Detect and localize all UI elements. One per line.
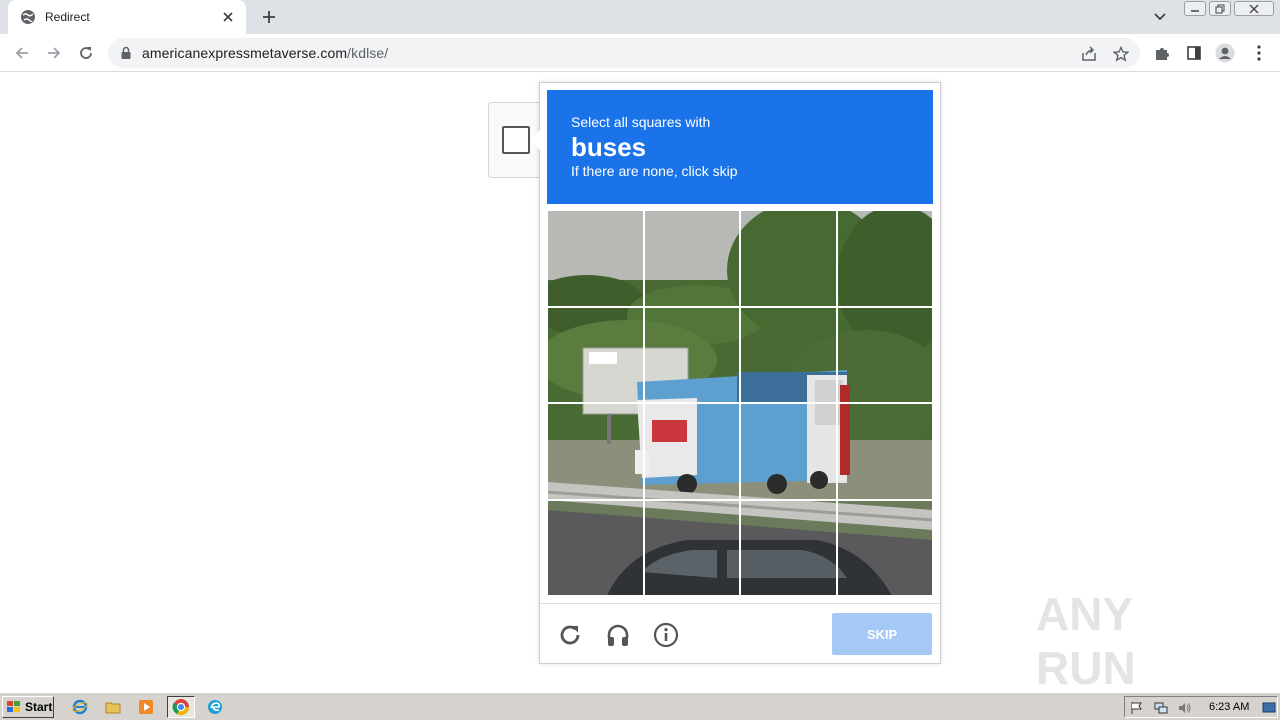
browser-toolbar: americanexpressmetaverse.com/kdlse/ bbox=[0, 34, 1280, 72]
address-bar[interactable]: americanexpressmetaverse.com/kdlse/ bbox=[108, 38, 1140, 68]
restore-icon[interactable] bbox=[1209, 1, 1231, 16]
captcha-tile[interactable] bbox=[836, 499, 933, 596]
media-player-icon[interactable] bbox=[134, 696, 158, 718]
bookmark-star-icon[interactable] bbox=[1112, 45, 1130, 63]
side-panel-icon[interactable] bbox=[1184, 43, 1204, 63]
share-icon[interactable] bbox=[1080, 45, 1098, 63]
windows-logo-icon bbox=[6, 700, 22, 714]
start-label: Start bbox=[25, 700, 53, 714]
skip-button[interactable]: SKIP bbox=[832, 613, 932, 655]
prompt-hint: If there are none, click skip bbox=[571, 163, 738, 179]
captcha-tile[interactable] bbox=[547, 306, 644, 403]
recaptcha-checkbox[interactable] bbox=[502, 126, 530, 154]
volume-icon[interactable] bbox=[1177, 700, 1193, 716]
prompt-instruction: Select all squares with bbox=[571, 114, 711, 130]
captcha-image-grid bbox=[547, 210, 933, 596]
url-path: /kdlse/ bbox=[347, 45, 389, 61]
captcha-tile[interactable] bbox=[740, 403, 837, 500]
start-button[interactable]: Start bbox=[2, 696, 54, 718]
windows-taskbar: Start 6:23 AM bbox=[0, 692, 1280, 720]
footer-divider bbox=[540, 603, 940, 604]
info-icon[interactable] bbox=[652, 621, 680, 649]
captcha-tile[interactable] bbox=[547, 210, 644, 307]
captcha-challenge: Select all squares with buses If there a… bbox=[539, 82, 941, 664]
captcha-tile-grid bbox=[547, 210, 933, 596]
audio-icon[interactable] bbox=[604, 621, 632, 649]
minimize-icon[interactable] bbox=[1184, 1, 1206, 16]
chrome-icon[interactable] bbox=[167, 696, 195, 718]
edge-icon[interactable] bbox=[203, 696, 227, 718]
close-tab-icon[interactable] bbox=[220, 9, 236, 25]
captcha-tile[interactable] bbox=[836, 210, 933, 307]
challenge-pointer bbox=[530, 130, 540, 150]
reload-icon[interactable] bbox=[556, 621, 584, 649]
file-explorer-icon[interactable] bbox=[101, 696, 125, 718]
profile-avatar-icon[interactable] bbox=[1215, 43, 1235, 63]
captcha-tile[interactable] bbox=[740, 210, 837, 307]
captcha-tile[interactable] bbox=[740, 499, 837, 596]
url-domain: americanexpressmetaverse.com bbox=[142, 45, 348, 61]
flag-icon[interactable] bbox=[1129, 700, 1145, 716]
captcha-tile[interactable] bbox=[836, 403, 933, 500]
prompt-keyword: buses bbox=[571, 132, 647, 162]
captcha-tile[interactable] bbox=[643, 499, 740, 596]
more-menu-icon[interactable] bbox=[1249, 43, 1269, 63]
captcha-tile[interactable] bbox=[643, 403, 740, 500]
tab-title: Redirect bbox=[45, 10, 90, 24]
new-tab-icon[interactable] bbox=[258, 7, 280, 27]
captcha-tile[interactable] bbox=[547, 499, 644, 596]
captcha-tile[interactable] bbox=[643, 306, 740, 403]
reload-page-icon[interactable] bbox=[75, 42, 97, 64]
chevron-down-icon[interactable] bbox=[1150, 8, 1170, 26]
captcha-tile[interactable] bbox=[836, 306, 933, 403]
anyrun-watermark: ANY RUN bbox=[1036, 588, 1136, 694]
extensions-puzzle-icon[interactable] bbox=[1152, 43, 1172, 63]
show-desktop-icon[interactable] bbox=[1261, 700, 1277, 716]
globe-icon bbox=[20, 9, 36, 25]
captcha-tile[interactable] bbox=[643, 210, 740, 307]
url-text: americanexpressmetaverse.com/kdlse/ bbox=[142, 45, 388, 61]
captcha-tile[interactable] bbox=[740, 306, 837, 403]
tab-strip: Redirect bbox=[0, 0, 1280, 34]
system-tray: 6:23 AM bbox=[1124, 696, 1278, 718]
taskbar-clock: 6:23 AM bbox=[1209, 701, 1250, 713]
network-icon[interactable] bbox=[1153, 700, 1169, 716]
lock-icon bbox=[120, 46, 132, 60]
captcha-tile[interactable] bbox=[547, 403, 644, 500]
close-window-icon[interactable] bbox=[1234, 1, 1274, 16]
browser-tab[interactable]: Redirect bbox=[8, 0, 246, 34]
back-arrow-icon[interactable] bbox=[11, 42, 33, 64]
internet-explorer-icon[interactable] bbox=[68, 696, 92, 718]
forward-arrow-icon[interactable] bbox=[43, 42, 65, 64]
captcha-prompt: Select all squares with buses If there a… bbox=[547, 90, 933, 204]
